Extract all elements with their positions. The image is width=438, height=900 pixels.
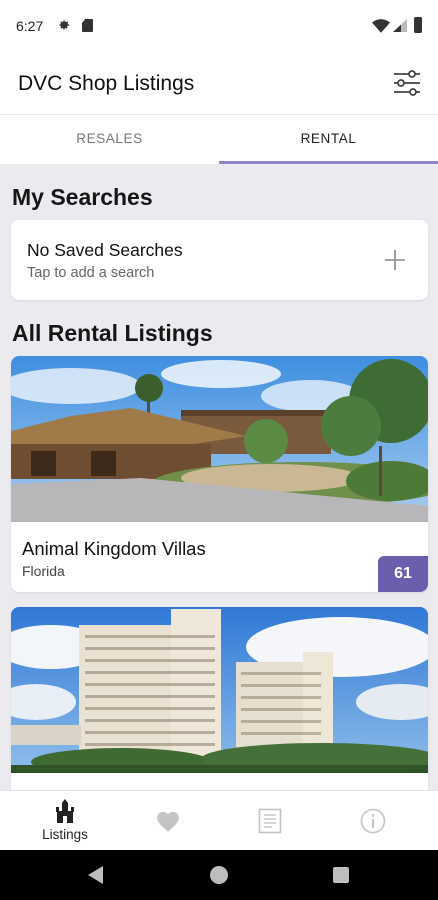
listing-card[interactable]: Animal Kingdom Villas Florida 61 [11, 356, 428, 592]
listing-name: Animal Kingdom Villas [22, 538, 206, 559]
listing-card[interactable] [11, 607, 428, 797]
gear-icon [59, 20, 70, 30]
heart-icon [157, 811, 179, 832]
castle-icon [56, 799, 74, 823]
app-title: DVC Shop Listings [18, 72, 195, 95]
home-icon[interactable] [210, 866, 228, 884]
tab-rental[interactable]: RENTAL [219, 115, 438, 165]
back-icon[interactable] [88, 866, 103, 884]
add-search-hint: Tap to add a search [27, 265, 155, 281]
nav-info[interactable] [318, 791, 428, 851]
nav-listings[interactable]: Listings [10, 791, 120, 851]
listing-tabs: RESALES RENTAL [0, 114, 438, 164]
all-rental-listings-heading: All Rental Listings [12, 320, 213, 346]
add-search-card[interactable]: No Saved Searches Tap to add a search [11, 220, 428, 300]
tab-indicator [219, 161, 438, 164]
my-searches-heading: My Searches [12, 184, 153, 210]
system-navigation-bar [0, 850, 438, 900]
sliders-icon[interactable] [391, 68, 423, 98]
nav-documents[interactable] [215, 791, 325, 851]
document-icon [258, 808, 282, 834]
no-saved-searches-title: No Saved Searches [27, 240, 183, 260]
battery-icon [414, 17, 422, 33]
listing-count-badge: 61 [378, 556, 428, 592]
tab-resales[interactable]: RESALES [0, 115, 219, 165]
sim-card-icon [82, 19, 93, 32]
recents-icon[interactable] [333, 867, 349, 883]
listing-location: Florida [22, 563, 65, 579]
cell-signal-icon [393, 19, 407, 32]
nav-favorites[interactable] [113, 791, 223, 851]
app-bar: DVC Shop Listings [0, 52, 438, 114]
status-bar: 6:27 [0, 0, 438, 52]
resort-lodge-photo [11, 356, 428, 522]
info-icon [360, 808, 386, 834]
bottom-navigation: Listings [0, 790, 438, 850]
tower-hotel-photo [11, 607, 428, 773]
wifi-icon [372, 19, 390, 33]
nav-listings-label: Listings [42, 827, 88, 842]
plus-icon[interactable] [383, 248, 407, 272]
status-time: 6:27 [16, 18, 44, 34]
